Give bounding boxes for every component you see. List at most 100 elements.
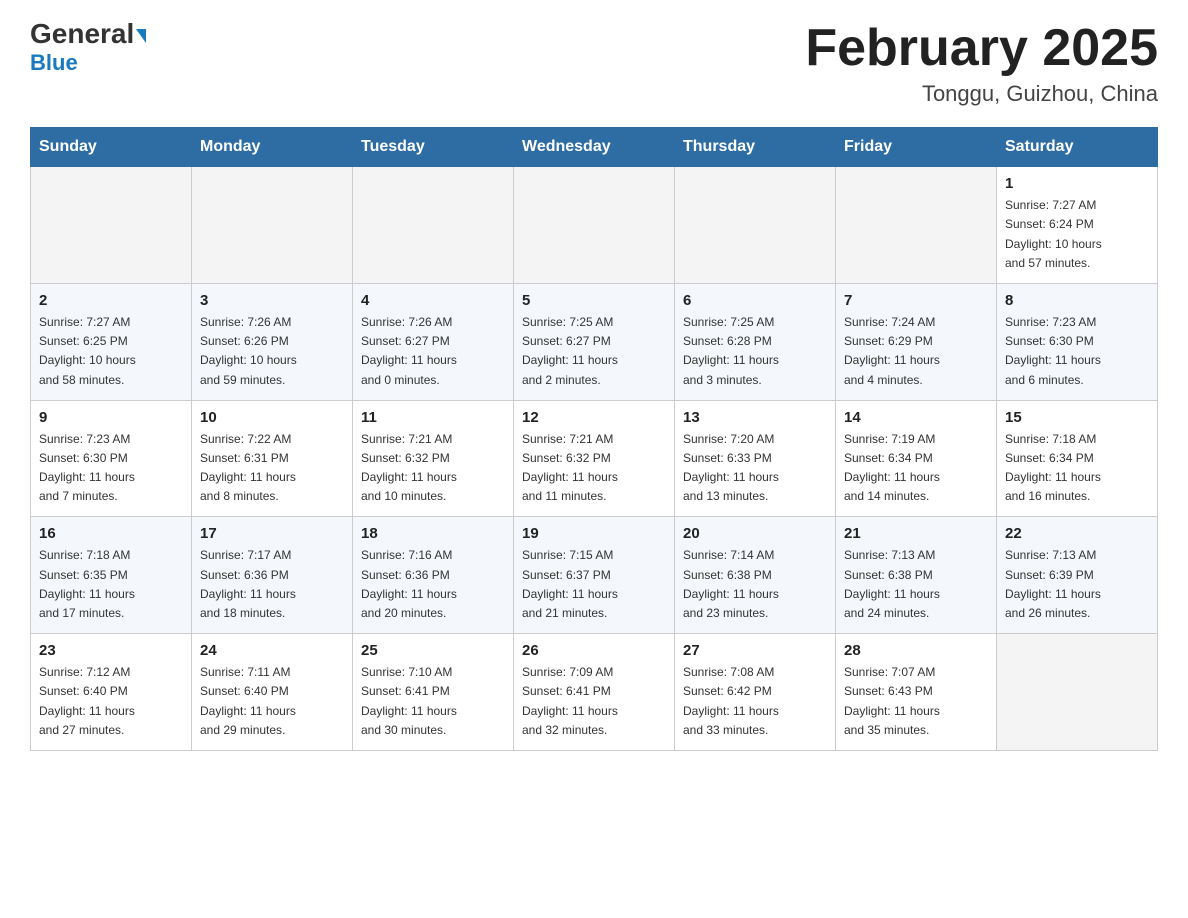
day-number: 23	[39, 642, 183, 659]
week-row-3: 9 Sunrise: 7:23 AMSunset: 6:30 PMDaylight…	[31, 400, 1158, 517]
day-cell: 26Sunrise: 7:09 AMSunset: 6:41 PMDayligh…	[514, 634, 675, 751]
day-info: Sunrise: 7:15 AMSunset: 6:37 PMDaylight:…	[522, 546, 666, 623]
day-number: 6	[683, 292, 827, 309]
day-info: Sunrise: 7:14 AMSunset: 6:38 PMDaylight:…	[683, 546, 827, 623]
day-info: Sunrise: 7:10 AMSunset: 6:41 PMDaylight:…	[361, 663, 505, 740]
day-info: Sunrise: 7:12 AMSunset: 6:40 PMDaylight:…	[39, 663, 183, 740]
day-number: 12	[522, 409, 666, 426]
day-number: 22	[1005, 525, 1149, 542]
day-info: Sunrise: 7:24 AMSunset: 6:29 PMDaylight:…	[844, 313, 988, 390]
day-number: 25	[361, 642, 505, 659]
week-row-2: 2Sunrise: 7:27 AMSunset: 6:25 PMDaylight…	[31, 283, 1158, 400]
day-number: 8	[1005, 292, 1149, 309]
title-block: February 2025 Tonggu, Guizhou, China	[805, 20, 1158, 107]
day-number: 28	[844, 642, 988, 659]
day-number: 15	[1005, 409, 1149, 426]
day-info: Sunrise: 7:22 AMSunset: 6:31 PMDaylight:…	[200, 430, 344, 507]
day-cell: 24 Sunrise: 7:11 AMSunset: 6:40 PMDayligh…	[192, 634, 353, 751]
day-info: Sunrise: 7:26 AMSunset: 6:26 PMDaylight:…	[200, 313, 344, 390]
day-info: Sunrise: 7:08 AMSunset: 6:42 PMDaylight:…	[683, 663, 827, 740]
day-info: Sunrise: 7:13 AMSunset: 6:39 PMDaylight:…	[1005, 546, 1149, 623]
day-cell: 16 Sunrise: 7:18 AMSunset: 6:35 PMDayligh…	[31, 517, 192, 634]
day-number: 19	[522, 525, 666, 542]
week-row-4: 16 Sunrise: 7:18 AMSunset: 6:35 PMDayligh…	[31, 517, 1158, 634]
day-number: 10	[200, 409, 344, 426]
day-cell: 19 Sunrise: 7:15 AMSunset: 6:37 PMDayligh…	[514, 517, 675, 634]
day-info: Sunrise: 7:26 AMSunset: 6:27 PMDaylight:…	[361, 313, 505, 390]
day-cell: 6 Sunrise: 7:25 AMSunset: 6:28 PMDaylight…	[675, 283, 836, 400]
day-info: Sunrise: 7:23 AMSunset: 6:30 PMDaylight:…	[39, 430, 183, 507]
day-info: Sunrise: 7:17 AMSunset: 6:36 PMDaylight:…	[200, 546, 344, 623]
day-info: Sunrise: 7:21 AMSunset: 6:32 PMDaylight:…	[522, 430, 666, 507]
col-header-friday: Friday	[836, 128, 997, 167]
day-cell: 14 Sunrise: 7:19 AMSunset: 6:34 PMDayligh…	[836, 400, 997, 517]
day-number: 21	[844, 525, 988, 542]
day-cell	[353, 167, 514, 284]
day-number: 9	[39, 409, 183, 426]
day-cell: 27 Sunrise: 7:08 AMSunset: 6:42 PMDayligh…	[675, 634, 836, 751]
day-cell: 1Sunrise: 7:27 AMSunset: 6:24 PMDaylight…	[997, 167, 1158, 284]
day-info: Sunrise: 7:21 AMSunset: 6:32 PMDaylight:…	[361, 430, 505, 507]
day-cell: 22 Sunrise: 7:13 AMSunset: 6:39 PMDayligh…	[997, 517, 1158, 634]
day-number: 7	[844, 292, 988, 309]
day-cell: 8Sunrise: 7:23 AMSunset: 6:30 PMDaylight…	[997, 283, 1158, 400]
logo-triangle-icon	[136, 29, 146, 43]
day-number: 20	[683, 525, 827, 542]
day-info: Sunrise: 7:25 AMSunset: 6:27 PMDaylight:…	[522, 313, 666, 390]
week-row-1: 1Sunrise: 7:27 AMSunset: 6:24 PMDaylight…	[31, 167, 1158, 284]
day-cell: 17 Sunrise: 7:17 AMSunset: 6:36 PMDayligh…	[192, 517, 353, 634]
day-cell: 9 Sunrise: 7:23 AMSunset: 6:30 PMDaylight…	[31, 400, 192, 517]
day-number: 4	[361, 292, 505, 309]
day-cell: 21 Sunrise: 7:13 AMSunset: 6:38 PMDayligh…	[836, 517, 997, 634]
col-header-monday: Monday	[192, 128, 353, 167]
day-cell: 2Sunrise: 7:27 AMSunset: 6:25 PMDaylight…	[31, 283, 192, 400]
week-row-5: 23 Sunrise: 7:12 AMSunset: 6:40 PMDayligh…	[31, 634, 1158, 751]
day-cell: 28 Sunrise: 7:07 AMSunset: 6:43 PMDayligh…	[836, 634, 997, 751]
col-header-sunday: Sunday	[31, 128, 192, 167]
day-cell	[514, 167, 675, 284]
day-info: Sunrise: 7:18 AMSunset: 6:35 PMDaylight:…	[39, 546, 183, 623]
day-number: 24	[200, 642, 344, 659]
day-info: Sunrise: 7:13 AMSunset: 6:38 PMDaylight:…	[844, 546, 988, 623]
day-cell: 25 Sunrise: 7:10 AMSunset: 6:41 PMDayligh…	[353, 634, 514, 751]
day-cell: 10 Sunrise: 7:22 AMSunset: 6:31 PMDayligh…	[192, 400, 353, 517]
day-cell	[675, 167, 836, 284]
day-cell: 7 Sunrise: 7:24 AMSunset: 6:29 PMDaylight…	[836, 283, 997, 400]
page-header: General Blue February 2025 Tonggu, Guizh…	[30, 20, 1158, 107]
day-number: 2	[39, 292, 183, 309]
day-info: Sunrise: 7:27 AMSunset: 6:24 PMDaylight:…	[1005, 196, 1149, 273]
calendar-table: SundayMondayTuesdayWednesdayThursdayFrid…	[30, 127, 1158, 751]
day-number: 14	[844, 409, 988, 426]
day-number: 5	[522, 292, 666, 309]
col-header-thursday: Thursday	[675, 128, 836, 167]
day-number: 27	[683, 642, 827, 659]
month-title: February 2025	[805, 20, 1158, 77]
day-number: 18	[361, 525, 505, 542]
day-cell	[31, 167, 192, 284]
day-info: Sunrise: 7:19 AMSunset: 6:34 PMDaylight:…	[844, 430, 988, 507]
logo: General Blue	[30, 20, 146, 76]
day-info: Sunrise: 7:25 AMSunset: 6:28 PMDaylight:…	[683, 313, 827, 390]
day-cell	[836, 167, 997, 284]
day-number: 16	[39, 525, 183, 542]
day-info: Sunrise: 7:07 AMSunset: 6:43 PMDaylight:…	[844, 663, 988, 740]
day-info: Sunrise: 7:18 AMSunset: 6:34 PMDaylight:…	[1005, 430, 1149, 507]
logo-general: General	[30, 20, 146, 48]
day-cell	[997, 634, 1158, 751]
col-header-tuesday: Tuesday	[353, 128, 514, 167]
day-number: 11	[361, 409, 505, 426]
day-cell: 13Sunrise: 7:20 AMSunset: 6:33 PMDayligh…	[675, 400, 836, 517]
day-cell: 20 Sunrise: 7:14 AMSunset: 6:38 PMDayligh…	[675, 517, 836, 634]
day-cell: 23 Sunrise: 7:12 AMSunset: 6:40 PMDayligh…	[31, 634, 192, 751]
col-header-saturday: Saturday	[997, 128, 1158, 167]
day-cell: 4 Sunrise: 7:26 AMSunset: 6:27 PMDaylight…	[353, 283, 514, 400]
day-cell: 15 Sunrise: 7:18 AMSunset: 6:34 PMDayligh…	[997, 400, 1158, 517]
day-cell: 11 Sunrise: 7:21 AMSunset: 6:32 PMDayligh…	[353, 400, 514, 517]
day-number: 26	[522, 642, 666, 659]
day-cell: 12 Sunrise: 7:21 AMSunset: 6:32 PMDayligh…	[514, 400, 675, 517]
day-number: 17	[200, 525, 344, 542]
day-info: Sunrise: 7:11 AMSunset: 6:40 PMDaylight:…	[200, 663, 344, 740]
header-row: SundayMondayTuesdayWednesdayThursdayFrid…	[31, 128, 1158, 167]
day-cell	[192, 167, 353, 284]
day-info: Sunrise: 7:16 AMSunset: 6:36 PMDaylight:…	[361, 546, 505, 623]
